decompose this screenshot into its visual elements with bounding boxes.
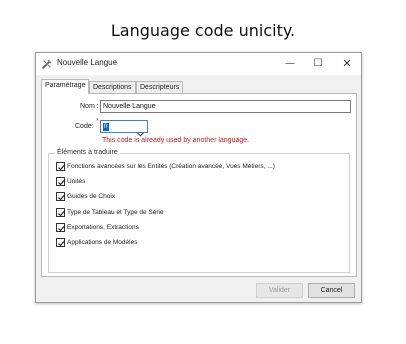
- checkbox-label: Guides de Choix: [67, 193, 116, 200]
- name-label: Nom :: [80, 103, 99, 110]
- checkbox[interactable]: [56, 208, 65, 217]
- checkbox[interactable]: [56, 238, 65, 247]
- tab-parametrage[interactable]: Paramétrage: [41, 79, 90, 94]
- checkbox-label: Type de Tableau et Type de Série: [67, 209, 164, 216]
- validate-button[interactable]: Valider: [256, 283, 303, 298]
- checkbox[interactable]: [56, 162, 65, 171]
- elements-group: Éléments à traduire Fonctions avancées s…: [48, 149, 350, 273]
- group-title: Éléments à traduire: [55, 149, 120, 156]
- window-title: Nouvelle Langue: [57, 58, 118, 67]
- tab-panel: Nom : Nouvelle Langue Code: * fr This co…: [41, 93, 357, 277]
- tab-descripteurs[interactable]: Descripteurs: [136, 81, 184, 93]
- error-message: This code is already used by another lan…: [102, 137, 250, 144]
- checkbox-label: Exportations, Extractions: [67, 224, 139, 231]
- chevron-down-icon[interactable]: [137, 124, 144, 137]
- title-bar[interactable]: Nouvelle Langue — ☐ ✕: [36, 53, 361, 75]
- close-button[interactable]: ✕: [333, 53, 361, 75]
- cancel-button[interactable]: Cancel: [308, 283, 355, 298]
- checkbox[interactable]: [56, 192, 65, 201]
- name-input[interactable]: Nouvelle Langue: [100, 100, 351, 113]
- checkbox-label: Applications de Modèles: [67, 239, 138, 246]
- tab-descriptions[interactable]: Descriptions: [89, 81, 136, 93]
- checkbox[interactable]: [56, 177, 65, 186]
- code-selected-value: fr: [103, 123, 109, 131]
- required-marker: *: [96, 118, 99, 125]
- checkbox-label: Unités: [67, 178, 86, 185]
- code-label: Code:: [75, 123, 94, 130]
- tools-icon: [41, 57, 53, 69]
- maximize-button[interactable]: ☐: [304, 53, 332, 75]
- checkbox[interactable]: [56, 223, 65, 232]
- minimize-button[interactable]: —: [276, 53, 304, 75]
- code-dropdown[interactable]: fr: [100, 120, 148, 137]
- checkbox-label: Fonctions avancées sur les Entités (Créa…: [67, 163, 275, 170]
- new-language-dialog: Nouvelle Langue — ☐ ✕ Paramétrage Descri…: [35, 52, 362, 303]
- figure-caption: Language code unicity.: [110, 21, 296, 40]
